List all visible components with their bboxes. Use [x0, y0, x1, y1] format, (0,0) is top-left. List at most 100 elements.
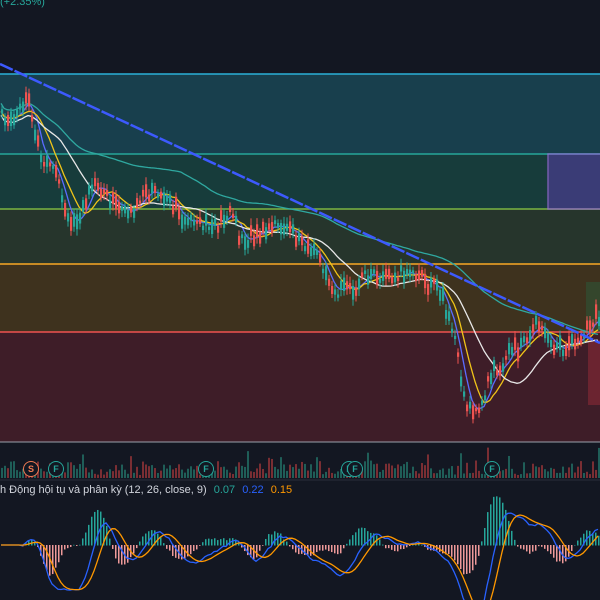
candle[interactable]	[67, 213, 70, 222]
candle[interactable]	[430, 277, 433, 288]
candle[interactable]	[250, 225, 253, 236]
candle[interactable]	[541, 325, 544, 331]
candle[interactable]	[79, 212, 82, 224]
candle[interactable]	[301, 236, 304, 246]
candle[interactable]	[466, 404, 469, 412]
candle[interactable]	[388, 268, 391, 280]
candle[interactable]	[181, 214, 184, 229]
candle[interactable]	[532, 324, 535, 333]
candle[interactable]	[427, 284, 430, 295]
candle[interactable]	[127, 209, 130, 219]
candle[interactable]	[508, 343, 511, 355]
candle[interactable]	[22, 101, 25, 113]
candle[interactable]	[400, 265, 403, 272]
candle[interactable]	[178, 206, 181, 220]
candle[interactable]	[418, 270, 421, 280]
candle[interactable]	[211, 219, 214, 235]
candle[interactable]	[529, 330, 532, 341]
candle[interactable]	[52, 165, 55, 169]
candle[interactable]	[451, 328, 454, 333]
candle[interactable]	[271, 222, 274, 233]
candle[interactable]	[421, 269, 424, 277]
candle[interactable]	[244, 236, 247, 250]
candle[interactable]	[511, 346, 514, 356]
candle[interactable]	[361, 272, 364, 278]
candle[interactable]	[157, 193, 160, 198]
candle[interactable]	[268, 223, 271, 230]
candle[interactable]	[85, 198, 88, 210]
candle[interactable]	[424, 273, 427, 289]
candle[interactable]	[241, 234, 244, 239]
candle[interactable]	[589, 320, 592, 333]
candle[interactable]	[112, 192, 115, 204]
candle[interactable]	[469, 401, 472, 409]
candle[interactable]	[376, 270, 379, 285]
candle[interactable]	[43, 161, 46, 167]
candle[interactable]	[319, 253, 322, 263]
candle[interactable]	[124, 205, 127, 214]
candle[interactable]	[247, 240, 250, 248]
candle[interactable]	[34, 129, 37, 141]
candle[interactable]	[70, 217, 73, 231]
candle[interactable]	[238, 235, 241, 245]
candle[interactable]	[139, 200, 142, 204]
candle[interactable]	[331, 285, 334, 294]
candle[interactable]	[166, 195, 169, 202]
candle[interactable]	[154, 185, 157, 193]
candle[interactable]	[505, 355, 508, 360]
candle[interactable]	[193, 219, 196, 226]
candle[interactable]	[550, 340, 553, 347]
candle[interactable]	[445, 310, 448, 319]
candle[interactable]	[391, 276, 394, 284]
candle[interactable]	[580, 334, 583, 344]
candle[interactable]	[523, 336, 526, 343]
candle[interactable]	[64, 202, 67, 217]
candle[interactable]	[58, 179, 61, 184]
candle[interactable]	[28, 93, 31, 107]
candle[interactable]	[379, 278, 382, 283]
candle[interactable]	[106, 190, 109, 196]
candle[interactable]	[340, 280, 343, 290]
candle[interactable]	[544, 327, 547, 339]
candle[interactable]	[136, 198, 139, 208]
candle[interactable]	[382, 271, 385, 281]
candle[interactable]	[55, 164, 58, 178]
candle[interactable]	[289, 221, 292, 233]
candle[interactable]	[346, 281, 349, 290]
candle[interactable]	[334, 289, 337, 295]
candle[interactable]	[277, 223, 280, 229]
candle[interactable]	[367, 275, 370, 285]
candle[interactable]	[235, 215, 238, 223]
candle[interactable]	[433, 278, 436, 284]
candle[interactable]	[472, 405, 475, 420]
candle[interactable]	[283, 223, 286, 235]
candle[interactable]	[475, 408, 478, 412]
candle[interactable]	[343, 277, 346, 292]
candle[interactable]	[25, 92, 28, 104]
candle[interactable]	[109, 200, 112, 209]
candle[interactable]	[352, 285, 355, 300]
candle[interactable]	[463, 391, 466, 397]
candle[interactable]	[439, 289, 442, 301]
candle[interactable]	[454, 335, 457, 340]
candle[interactable]	[415, 274, 418, 281]
candle[interactable]	[502, 363, 505, 372]
candle[interactable]	[442, 286, 445, 302]
candle[interactable]	[460, 376, 463, 387]
candle[interactable]	[295, 235, 298, 247]
candle[interactable]	[493, 360, 496, 372]
candle[interactable]	[436, 279, 439, 291]
candle[interactable]	[307, 239, 310, 254]
candle[interactable]	[169, 194, 172, 203]
candle[interactable]	[130, 206, 133, 213]
candle[interactable]	[4, 117, 7, 126]
candle[interactable]	[586, 320, 589, 330]
candle[interactable]	[535, 315, 538, 325]
candle[interactable]	[1, 109, 4, 114]
candle[interactable]	[298, 233, 301, 242]
candle[interactable]	[574, 338, 577, 350]
candle[interactable]	[409, 269, 412, 278]
candle[interactable]	[229, 206, 232, 212]
candle[interactable]	[151, 182, 154, 194]
candle[interactable]	[202, 225, 205, 231]
